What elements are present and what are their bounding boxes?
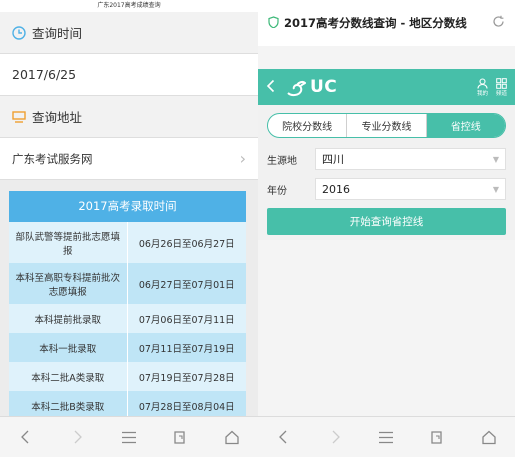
user-icon bbox=[477, 77, 488, 91]
channel-label: 频道 bbox=[495, 90, 507, 97]
dropdown-arrow-icon: ▼ bbox=[492, 184, 499, 194]
home-icon[interactable] bbox=[477, 425, 501, 449]
address-section-header: 查询地址 bbox=[0, 96, 258, 138]
origin-value: 四川 bbox=[322, 153, 344, 166]
period-cell: 07月11日至07月19日 bbox=[127, 333, 246, 362]
top-caption: 广东2017高考成绩查询 bbox=[0, 0, 258, 12]
period-cell: 07月19日至07月28日 bbox=[127, 362, 246, 391]
back-arrow-icon[interactable] bbox=[14, 425, 38, 449]
windows-icon[interactable] bbox=[169, 425, 193, 449]
table-row: 本科二批A类录取 07月19日至07月28日 bbox=[9, 362, 246, 391]
shield-icon bbox=[268, 15, 284, 31]
left-pane: 广东2017高考成绩查询 查询时间 2017/6/25 查询地址 广东考试服务网… bbox=[0, 0, 258, 457]
windows-icon[interactable] bbox=[426, 425, 450, 449]
clock-icon bbox=[12, 25, 26, 40]
time-heading: 查询时间 bbox=[32, 26, 83, 41]
origin-select[interactable]: 四川 ▼ bbox=[315, 148, 506, 170]
back-arrow-icon[interactable] bbox=[272, 425, 296, 449]
admission-schedule-table: 2017高考录取时间 部队武警等提前批志愿填报 06月26日至06月27日 本科… bbox=[9, 191, 246, 420]
back-chevron-icon[interactable] bbox=[266, 78, 276, 97]
time-value: 2017/6/25 bbox=[0, 54, 258, 96]
forward-arrow-icon[interactable] bbox=[323, 425, 347, 449]
score-tabs: 院校分数线 专业分数线 省控线 bbox=[267, 113, 506, 138]
page-title-bar: 2017高考分数线查询 - 地区分数线 bbox=[258, 0, 515, 46]
grid-icon bbox=[496, 77, 507, 91]
brand-logo: UC bbox=[310, 77, 338, 97]
page-title: 2017高考分数线查询 - 地区分数线 bbox=[284, 16, 467, 30]
home-icon[interactable] bbox=[220, 425, 244, 449]
year-row: 年份 2016 ▼ bbox=[267, 174, 506, 204]
origin-label: 生源地 bbox=[267, 155, 297, 167]
year-value: 2016 bbox=[322, 182, 350, 196]
uc-squirrel-logo-icon bbox=[284, 77, 306, 97]
forward-arrow-icon[interactable] bbox=[65, 425, 89, 449]
dropdown-arrow-icon: ▼ bbox=[492, 154, 499, 164]
left-bottom-navbar bbox=[0, 416, 258, 457]
table-row: 本科至高职专科提前批次志愿填报 06月27日至07月01日 bbox=[9, 263, 246, 304]
period-cell: 06月26日至06月27日 bbox=[127, 222, 246, 263]
year-select[interactable]: 2016 ▼ bbox=[315, 178, 506, 200]
tab-major-score[interactable]: 专业分数线 bbox=[347, 114, 427, 137]
table-row: 部队武警等提前批志愿填报 06月26日至06月27日 bbox=[9, 222, 246, 263]
spacer bbox=[258, 46, 515, 69]
mine-label: 我的 bbox=[476, 90, 488, 97]
origin-row: 生源地 四川 ▼ bbox=[267, 144, 506, 174]
monitor-icon bbox=[12, 110, 26, 123]
channel-button[interactable]: 频道 bbox=[495, 77, 507, 97]
batch-cell: 本科至高职专科提前批次志愿填报 bbox=[9, 263, 128, 304]
uc-header: UC 我的 频道 bbox=[258, 69, 515, 105]
year-label: 年份 bbox=[267, 185, 287, 197]
right-bottom-navbar bbox=[258, 416, 515, 457]
batch-cell: 本科二批A类录取 bbox=[9, 362, 128, 391]
tab-school-score[interactable]: 院校分数线 bbox=[268, 114, 348, 137]
address-link-label: 广东考试服务网 bbox=[12, 151, 93, 166]
address-link[interactable]: 广东考试服务网 › bbox=[0, 138, 258, 180]
right-pane: 2017高考分数线查询 - 地区分数线 UC 我的 频道 院校分数线 专业分数线… bbox=[258, 0, 515, 457]
refresh-icon[interactable] bbox=[492, 15, 505, 31]
period-cell: 06月27日至07月01日 bbox=[127, 263, 246, 304]
table-row: 本科一批录取 07月11日至07月19日 bbox=[9, 333, 246, 362]
menu-icon[interactable] bbox=[117, 425, 141, 449]
batch-cell: 本科提前批录取 bbox=[9, 304, 128, 333]
content-area bbox=[258, 240, 515, 416]
tabs-bar: 院校分数线 专业分数线 省控线 bbox=[258, 105, 515, 144]
batch-cell: 本科一批录取 bbox=[9, 333, 128, 362]
query-form: 生源地 四川 ▼ 年份 2016 ▼ 开始查询省控线 bbox=[258, 144, 515, 241]
mine-button[interactable]: 我的 bbox=[476, 77, 488, 97]
period-cell: 07月06日至07月11日 bbox=[127, 304, 246, 333]
time-section-header: 查询时间 bbox=[0, 12, 258, 54]
table-row: 本科提前批录取 07月06日至07月11日 bbox=[9, 304, 246, 333]
menu-icon[interactable] bbox=[374, 425, 398, 449]
chevron-right-icon: › bbox=[239, 149, 246, 168]
start-query-button[interactable]: 开始查询省控线 bbox=[267, 208, 506, 235]
address-heading: 查询地址 bbox=[32, 110, 83, 125]
batch-cell: 部队武警等提前批志愿填报 bbox=[9, 222, 128, 263]
tab-province-line[interactable]: 省控线 bbox=[426, 114, 505, 137]
admission-table-title: 2017高考录取时间 bbox=[9, 191, 246, 222]
